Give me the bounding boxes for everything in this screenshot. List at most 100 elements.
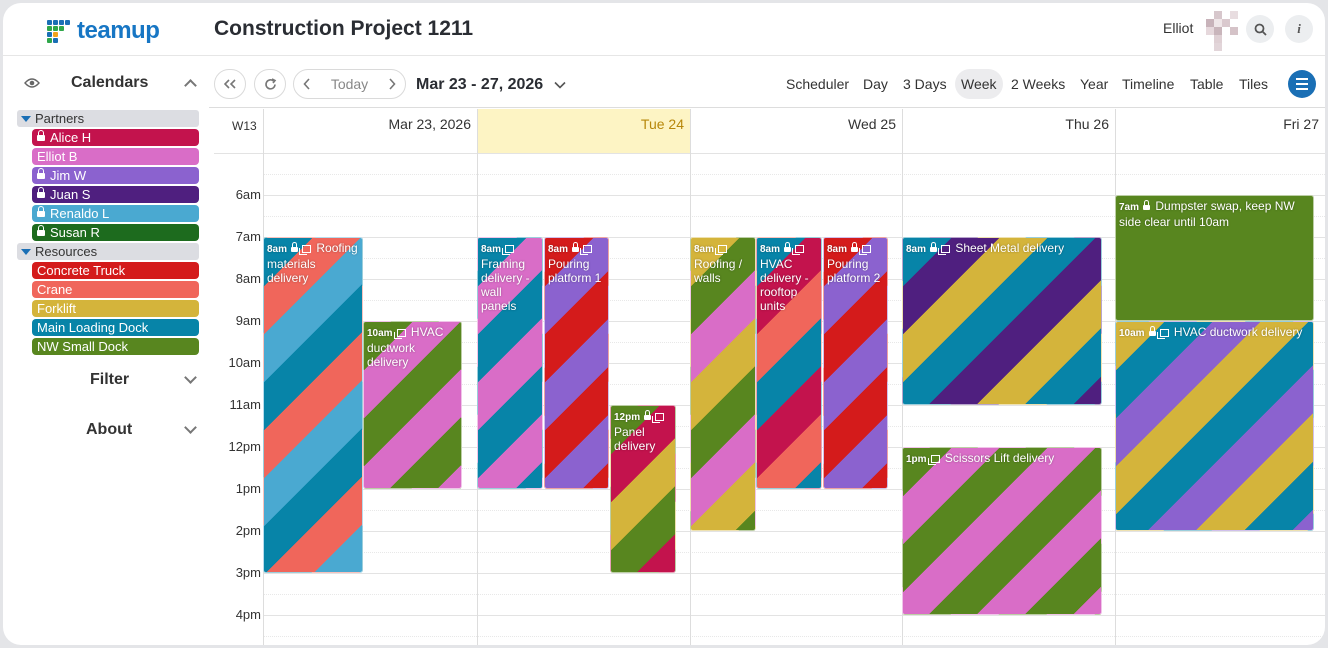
double-chevron-left-icon [224,79,236,89]
avatar[interactable] [1206,11,1238,51]
event-text: 10am HVAC ductwork delivery [367,325,458,369]
half-hour-line [263,636,1325,637]
search-button[interactable] [1246,15,1274,43]
calendar-item-label: Elliot B [37,149,78,164]
half-hour-line [263,552,1325,553]
repeat-icon [1156,328,1169,339]
collapse-sidebar-button[interactable] [214,69,246,99]
calendar-event[interactable]: 8am Pouring platform 2 [823,237,888,489]
repeat-icon [299,244,312,255]
calendar-item[interactable]: Elliot B [32,148,199,165]
calendar-item[interactable]: Forklift [32,300,199,317]
view-2-weeks[interactable]: 2 Weeks [1005,69,1071,99]
repeat-icon [502,244,515,255]
calendar-event[interactable]: 10am HVAC ductwork delivery [1115,321,1314,531]
teamup-logo[interactable]: teamup [47,17,160,45]
calendar-event[interactable]: 8am Framing delivery - wall panels [477,237,543,489]
calendar-item[interactable]: Alice H [32,129,199,146]
view-timeline[interactable]: Timeline [1116,69,1180,99]
view-year[interactable]: Year [1074,69,1114,99]
hour-label: 6am [235,187,261,202]
event-start-time: 10am [367,328,393,339]
hour-line [263,573,1325,574]
event-title: HVAC delivery - rooftop units [760,257,809,313]
lock-icon [851,241,859,253]
hour-label: 10am [228,355,261,370]
main-menu-button[interactable] [1288,70,1316,98]
view-scheduler[interactable]: Scheduler [780,69,855,99]
lock-icon [1148,325,1156,337]
date-navigator: Today [293,69,406,99]
day-header[interactable]: Fri 27 [1115,109,1325,153]
about-section-header[interactable]: About [23,421,197,439]
calendar-item[interactable]: Concrete Truck [32,262,199,279]
event-text: 7am Dumpster swap, keep NW side clear un… [1119,199,1310,229]
event-start-time: 8am [548,244,569,255]
chevron-up-icon[interactable] [184,79,197,92]
calendar-event[interactable]: 12pm Panel delivery [610,405,676,573]
chevron-down-icon[interactable] [184,421,197,434]
calendar-event[interactable]: 10am HVAC ductwork delivery [363,321,462,489]
filter-section-header[interactable]: Filter [23,371,197,389]
calendar-item-label: Jim W [50,168,87,183]
repeat-icon [938,244,951,255]
hour-line [263,531,1325,532]
day-header[interactable]: Thu 26 [902,109,1115,153]
hour-label: 12pm [228,439,261,454]
lock-icon [1143,199,1151,211]
calendar-group-partners[interactable]: Partners [17,110,199,127]
event-title: Sheet Metal delivery [952,241,1065,255]
view-3-days[interactable]: 3 Days [897,69,953,99]
about-label: About [86,421,133,438]
calendar-event[interactable]: 8am Sheet Metal delivery [902,237,1102,405]
repeat-icon [792,244,805,255]
calendar-group-resources[interactable]: Resources [17,243,199,260]
calendar-event[interactable]: 7am Dumpster swap, keep NW side clear un… [1115,195,1314,321]
calendar-item[interactable]: Main Loading Dock [32,319,199,336]
calendar-event[interactable]: 8am Roofing materials delivery [263,237,363,573]
view-week[interactable]: Week [955,69,1003,99]
calendar-event[interactable]: 8am Pouring platform 1 [544,237,609,489]
event-title: Roofing / walls [694,257,743,285]
calendar-event[interactable]: 1pm Scissors Lift delivery [902,447,1102,615]
view-tiles[interactable]: Tiles [1233,69,1274,99]
lock-icon [37,225,45,238]
calendar-item[interactable]: Juan S [32,186,199,203]
logo-mark-icon [47,19,71,43]
day-header[interactable]: Tue 24 [477,109,690,153]
app-window: teamup Construction Project 1211 Elliot … [3,3,1325,645]
calendars-section-header[interactable]: Calendars [23,74,197,92]
prev-arrow-icon[interactable] [303,78,311,90]
event-start-time: 8am [481,244,502,255]
date-range-picker[interactable]: Mar 23 - 27, 2026 [416,76,566,94]
view-table[interactable]: Table [1184,69,1229,99]
lock-icon [930,241,938,253]
hour-line [263,615,1325,616]
event-text: 8am Framing delivery - wall panels [481,241,539,313]
user-name[interactable]: Elliot [1163,20,1193,36]
lock-icon [291,241,299,253]
calendar-event[interactable]: 8am Roofing / walls [690,237,756,531]
calendar-event[interactable]: 8am HVAC delivery - rooftop units [756,237,822,489]
event-start-time: 8am [267,244,288,255]
lock-icon [37,168,45,181]
calendar-item[interactable]: Crane [32,281,199,298]
calendar-item[interactable]: Jim W [32,167,199,184]
day-header[interactable]: Wed 25 [690,109,902,153]
repeat-icon [580,244,593,255]
event-text: 10am HVAC ductwork delivery [1119,325,1310,341]
calendar-item[interactable]: Renaldo L [32,205,199,222]
info-button[interactable]: i [1285,15,1313,43]
calendar-item-label: NW Small Dock [37,339,129,354]
day-header[interactable]: Mar 23, 2026 [263,109,477,153]
calendar-item[interactable]: NW Small Dock [32,338,199,355]
view-day[interactable]: Day [857,69,894,99]
eye-icon[interactable] [24,77,40,89]
refresh-button[interactable] [254,69,286,99]
chevron-down-icon[interactable] [184,371,197,384]
calendar-item[interactable]: Susan R [32,224,199,241]
today-button[interactable]: Today [331,76,368,92]
next-arrow-icon[interactable] [388,78,396,90]
calendar-item-label: Susan R [50,225,100,240]
event-start-time: 1pm [906,454,927,465]
